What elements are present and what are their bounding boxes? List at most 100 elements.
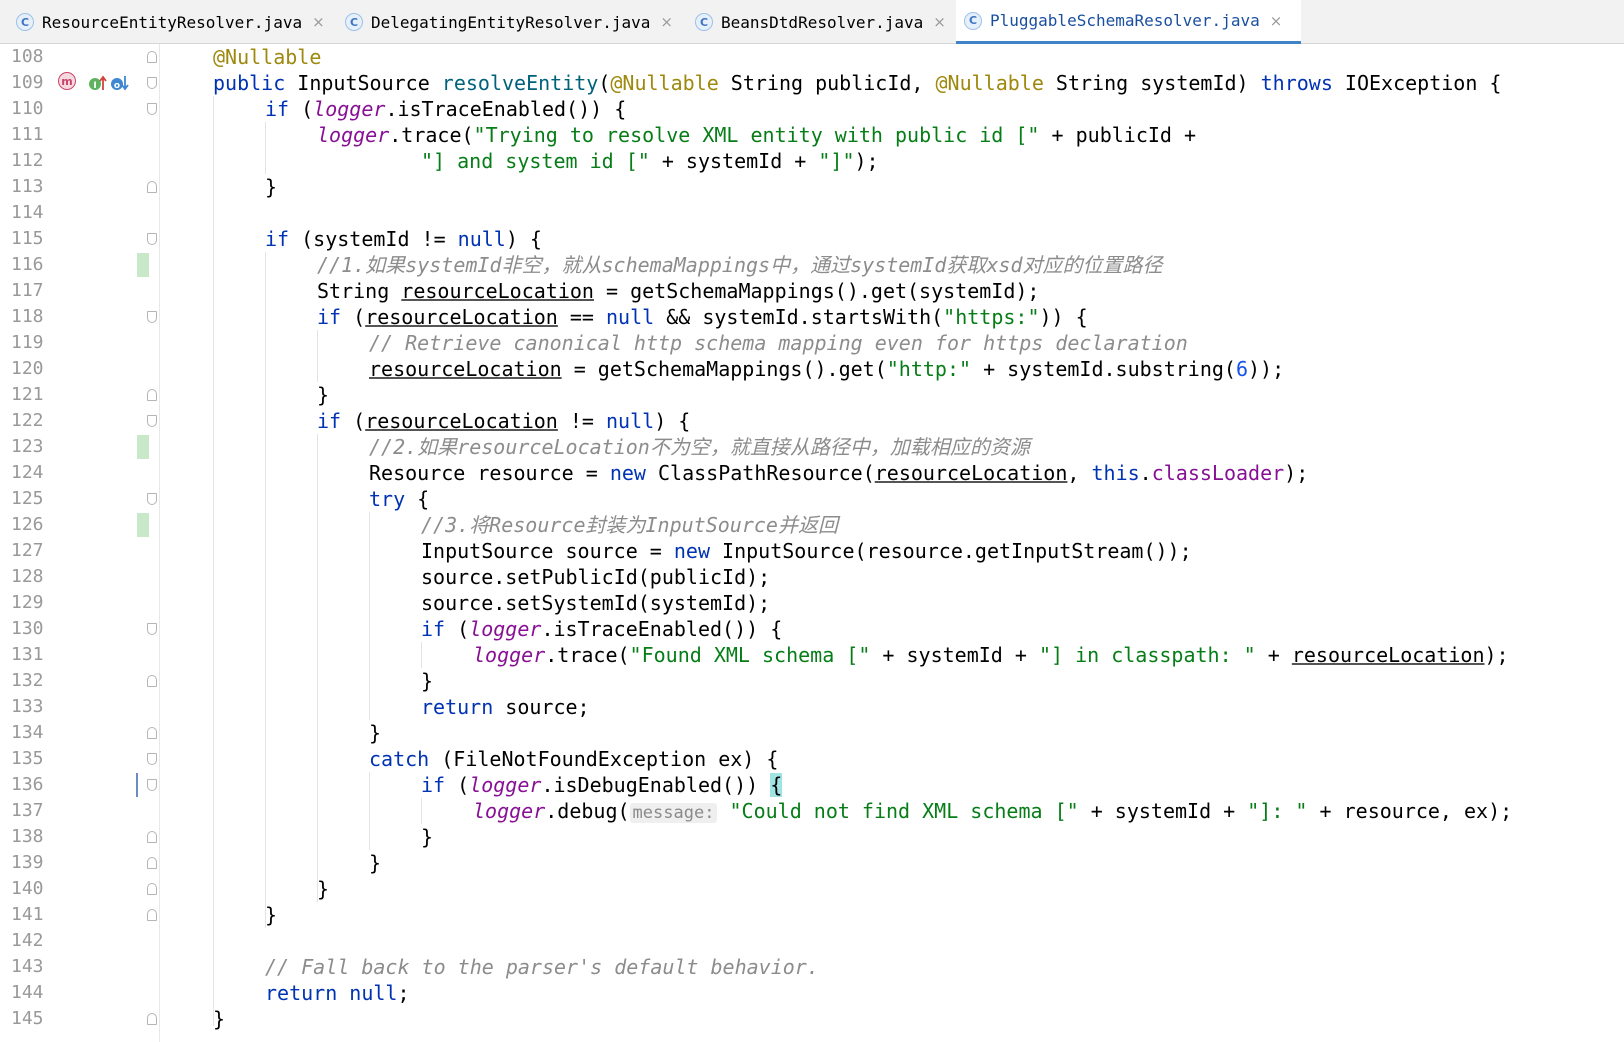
tab-resource-entity-resolver[interactable]: C ResourceEntityResolver.java × (8, 0, 333, 44)
matched-brace: { (770, 773, 783, 797)
line-number: 124 (11, 462, 44, 483)
change-marker[interactable] (137, 435, 149, 459)
line-number: 110 (11, 98, 44, 119)
fold-marker-icon[interactable] (147, 727, 157, 739)
fold-marker-icon[interactable] (147, 389, 157, 401)
line-number: 123 (11, 436, 44, 457)
code-line[interactable]: if (logger.isTraceEnabled()) { (265, 96, 626, 122)
close-tab-icon[interactable]: × (312, 13, 325, 31)
svg-text:I: I (93, 81, 96, 91)
close-tab-icon[interactable]: × (1270, 12, 1283, 30)
code-line[interactable]: //1.如果systemId非空，就从schemaMappings中，通过sys… (317, 252, 1163, 278)
code-line[interactable]: } (369, 850, 381, 876)
gutter-separator (159, 44, 160, 1042)
fold-marker-icon[interactable] (147, 311, 157, 323)
code-line[interactable]: @Nullable (213, 44, 321, 70)
fold-marker-icon[interactable] (147, 753, 157, 765)
code-line[interactable]: if (logger.isTraceEnabled()) { (421, 616, 782, 642)
line-number: 144 (11, 982, 44, 1003)
code-line[interactable]: return null; (265, 980, 410, 1006)
close-tab-icon[interactable]: × (933, 13, 946, 31)
line-number: 136 (11, 774, 44, 795)
line-number: 126 (11, 514, 44, 535)
editor-tab-bar: C ResourceEntityResolver.java × C Delega… (0, 0, 1624, 44)
class-icon: C (16, 13, 34, 31)
fold-marker-icon[interactable] (147, 779, 157, 791)
implements-up-icon[interactable]: I (88, 74, 108, 92)
fold-marker-icon[interactable] (147, 181, 157, 193)
code-line[interactable]: if (logger.isDebugEnabled()) { (421, 772, 783, 798)
fold-marker-icon[interactable] (147, 831, 157, 843)
fold-marker-icon[interactable] (147, 77, 157, 89)
close-tab-icon[interactable]: × (660, 13, 673, 31)
code-line[interactable]: } (369, 720, 381, 746)
line-number: 119 (11, 332, 44, 353)
code-line[interactable]: if (resourceLocation == null && systemId… (317, 304, 1088, 330)
code-line[interactable]: return source; (421, 694, 590, 720)
line-number: 117 (11, 280, 44, 301)
code-line[interactable]: if (systemId != null) { (265, 226, 542, 252)
class-icon: C (964, 11, 982, 30)
fold-marker-icon[interactable] (147, 909, 157, 921)
change-marker[interactable] (137, 513, 149, 537)
code-line[interactable]: } (265, 902, 277, 928)
tab-label: DelegatingEntityResolver.java (371, 12, 651, 32)
code-line[interactable]: source.setPublicId(publicId); (421, 564, 770, 590)
line-number: 114 (11, 202, 44, 223)
line-number: 140 (11, 878, 44, 899)
fold-marker-icon[interactable] (147, 857, 157, 869)
tab-beans-dtd-resolver[interactable]: C BeansDtdResolver.java × (687, 0, 953, 44)
line-number: 118 (11, 306, 44, 327)
code-line[interactable]: "] and system id [" + systemId + "]"); (421, 148, 879, 174)
code-line[interactable]: source.setSystemId(systemId); (421, 590, 770, 616)
code-line[interactable]: try { (369, 486, 429, 512)
code-line[interactable]: catch (FileNotFoundException ex) { (369, 746, 778, 772)
indent-guide (265, 252, 266, 928)
code-line[interactable]: String resourceLocation = getSchemaMappi… (317, 278, 1039, 304)
code-line[interactable]: logger.trace("Found XML schema [" + syst… (473, 642, 1509, 668)
code-line[interactable]: logger.trace("Trying to resolve XML enti… (317, 122, 1196, 148)
indent-guide (369, 512, 370, 720)
implemented-down-icon[interactable]: o (110, 74, 130, 92)
code-line[interactable]: } (421, 824, 433, 850)
fold-marker-icon[interactable] (147, 675, 157, 687)
fold-marker-icon[interactable] (147, 623, 157, 635)
line-number: 115 (11, 228, 44, 249)
code-line[interactable]: } (317, 382, 329, 408)
fold-marker-icon[interactable] (147, 103, 157, 115)
code-line[interactable]: //3.将Resource封装为InputSource并返回 (421, 512, 838, 538)
line-number: 143 (11, 956, 44, 977)
code-line[interactable]: if (resourceLocation != null) { (317, 408, 690, 434)
indent-guide (421, 798, 422, 824)
code-line[interactable]: //2.如果resourceLocation不为空，就直接从路径中，加载相应的资… (369, 434, 1030, 460)
line-number: 109 (11, 72, 44, 93)
tab-delegating-entity-resolver[interactable]: C DelegatingEntityResolver.java × (337, 0, 683, 44)
fold-marker-icon[interactable] (147, 233, 157, 245)
line-number: 122 (11, 410, 44, 431)
editor-gutter[interactable]: 108 109 110 111 112 113 114 115 116 117 … (0, 44, 160, 1042)
code-line[interactable]: InputSource source = new InputSource(res… (421, 538, 1192, 564)
fold-marker-icon[interactable] (147, 415, 157, 427)
tab-pluggable-schema-resolver[interactable]: C PluggableSchemaResolver.java × (956, 0, 1301, 44)
code-line[interactable]: // Fall back to the parser's default beh… (265, 954, 819, 980)
fold-marker-icon[interactable] (147, 51, 157, 63)
code-line[interactable]: logger.debug(message: "Could not find XM… (473, 798, 1512, 824)
code-line[interactable]: } (265, 174, 277, 200)
code-line[interactable]: resourceLocation = getSchemaMappings().g… (369, 356, 1284, 382)
fold-marker-icon[interactable] (147, 493, 157, 505)
code-line[interactable]: } (421, 668, 433, 694)
code-line[interactable]: } (213, 1006, 225, 1032)
line-number: 108 (11, 46, 44, 67)
line-number: 127 (11, 540, 44, 561)
fold-marker-icon[interactable] (147, 1013, 157, 1025)
code-line[interactable]: Resource resource = new ClassPathResourc… (369, 460, 1308, 486)
code-line[interactable]: } (317, 876, 329, 902)
line-number: 111 (11, 124, 44, 145)
method-marker-icon[interactable]: m (58, 72, 76, 90)
indent-guide (369, 772, 370, 850)
fold-marker-icon[interactable] (147, 883, 157, 895)
line-number: 138 (11, 826, 44, 847)
code-line[interactable]: // Retrieve canonical http schema mappin… (369, 330, 1188, 356)
code-line[interactable]: public InputSource resolveEntity(@Nullab… (213, 70, 1501, 96)
change-marker[interactable] (137, 253, 149, 277)
